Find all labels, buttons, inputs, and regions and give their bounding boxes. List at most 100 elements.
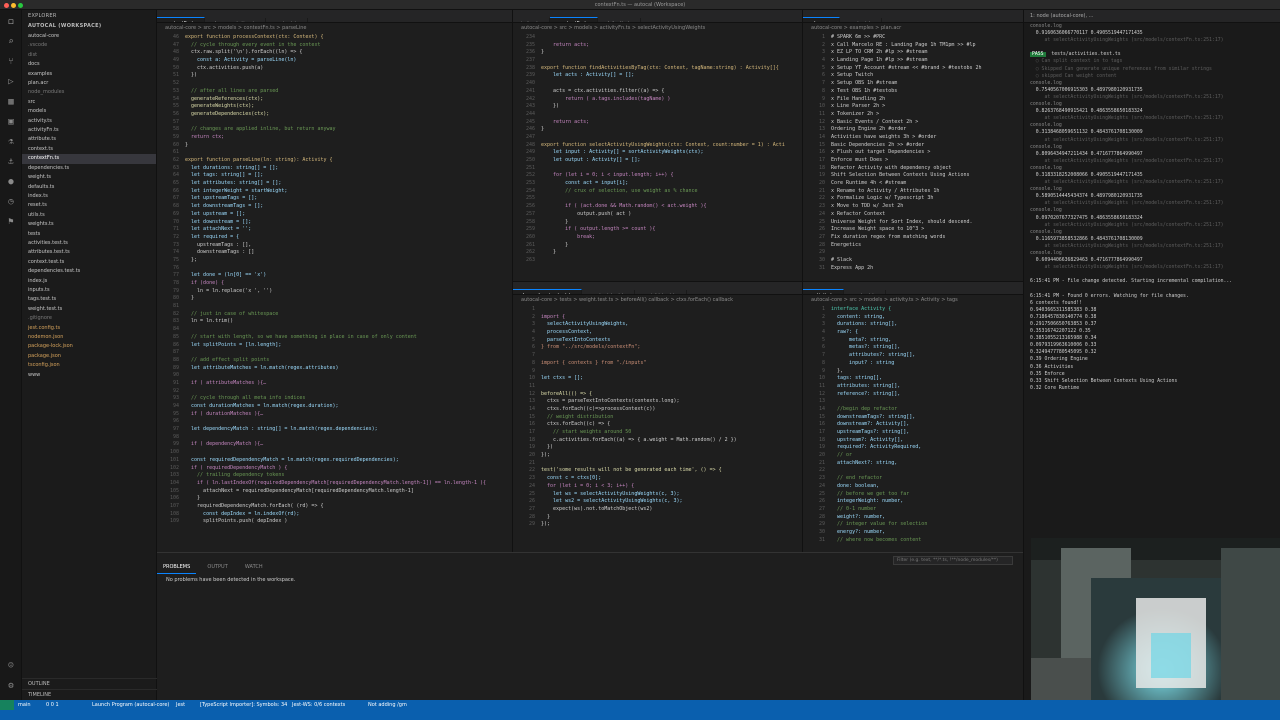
file-tree: autocal-core .vscode dist docs examples … [22, 32, 156, 380]
timeline-icon[interactable]: ◷ [5, 196, 17, 208]
tab-problems[interactable]: PROBLEMS [157, 561, 197, 574]
file-tree-item[interactable]: src [22, 98, 156, 107]
code-line: 100 [157, 449, 512, 457]
remote-explorer-icon[interactable]: ▣ [5, 116, 17, 128]
line-number: 56 [172, 110, 179, 117]
file-tree-item[interactable]: node_modules [22, 88, 156, 97]
line-number: 240 [525, 80, 535, 87]
line-number: 102 [169, 464, 179, 471]
file-tree-item[interactable]: defaults.ts [22, 183, 156, 192]
file-tree-item[interactable]: package-lock.json [22, 342, 156, 351]
file-tree-item[interactable]: autocal-core [22, 32, 156, 41]
terminal-line: 0.3183318252008066 0.4905519447171435 [1030, 172, 1143, 178]
file-tree-item[interactable]: .vscode [22, 41, 156, 50]
file-tree-item[interactable]: inputs.ts [22, 286, 156, 295]
file-tree-item[interactable]: attribute.ts [22, 135, 156, 144]
code-line: 83 ln = ln.trim() [157, 318, 512, 326]
branch-label[interactable]: main [18, 700, 31, 710]
sync-status[interactable]: 0 0 1 [46, 700, 59, 710]
code-line: 94 const durationMatches = ln.match(rege… [157, 403, 512, 411]
file-tree-item[interactable]: www [22, 371, 156, 380]
remote-indicator[interactable] [0, 700, 14, 710]
workspace-title[interactable]: AUTOCAL (WORKSPACE) [22, 22, 156, 32]
file-tree-item[interactable]: package.json [22, 352, 156, 361]
file-tree-item[interactable]: tests [22, 230, 156, 239]
file-tree-item[interactable]: tsconfig.json [22, 361, 156, 370]
code-line: 12 x Basic Events / Context 2h > [803, 119, 1023, 127]
code-line: 86 let splitPoints = [ln.length]; [157, 342, 512, 350]
launch-config[interactable]: Launch Program (autocal-core) [92, 700, 169, 710]
account-icon[interactable]: ☺ [5, 660, 17, 672]
code-area[interactable]: 46 export function processContext(ctx: Co… [157, 34, 512, 552]
code-line: 53 // after all lines are parsed [157, 88, 512, 96]
files-icon[interactable]: ☐ [5, 16, 17, 28]
file-tree-item[interactable]: nodemon.json [22, 333, 156, 342]
debug-icon[interactable]: ▷ [5, 76, 17, 88]
file-tree-item[interactable]: weights.ts [22, 220, 156, 229]
file-tree-item[interactable]: models [22, 107, 156, 116]
gear-icon[interactable]: ⚙ [5, 680, 17, 692]
line-number: 53 [172, 87, 179, 94]
file-tree-item[interactable]: jest.config.ts [22, 324, 156, 333]
file-tree-item[interactable]: examples [22, 70, 156, 79]
code-area[interactable]: 1 interface Activity {2 content: string, 3… [803, 306, 1023, 552]
file-tree-item[interactable]: docs [22, 60, 156, 69]
code-line: 8 input? : string [803, 360, 1023, 368]
file-tree-item[interactable]: dependencies.test.ts [22, 267, 156, 276]
jest-status[interactable]: Jest [176, 700, 185, 710]
source-control-icon[interactable]: ⑂ [5, 56, 17, 68]
terminal-line: 0.2917506650763853 0.37 [1030, 321, 1097, 327]
file-tree-item[interactable]: activityFn.ts [22, 126, 156, 135]
outline-section[interactable]: OUTLINE [22, 678, 157, 689]
code-area[interactable]: 1 # SPARK 6m >> #PRC 2 x Call Marcelo RE : … [803, 34, 1023, 281]
file-tree-item[interactable]: tags.test.ts [22, 295, 156, 304]
code-text: // trailing dependency tokens [185, 472, 285, 479]
file-tree-item[interactable]: index.ts [22, 192, 156, 201]
ts-importer-status[interactable]: [TypeScript Importer]: Symbols: 34 [200, 700, 287, 710]
file-tree-item[interactable]: activity.ts [22, 117, 156, 126]
line-number: 260 [525, 233, 535, 240]
not-adding-status[interactable]: Not adding /gm [368, 700, 407, 710]
line-number: 21 [818, 459, 825, 466]
editor-contextfn[interactable]: contextFn.tsdocumentation.tscontext.ts a… [157, 10, 513, 552]
terminal-line: 6:15:41 PM - Found 0 errors. Watching fo… [1030, 293, 1189, 299]
line-number: 251 [525, 164, 535, 171]
editor-activityfn[interactable]: index.tscontextFn.tsdefaults.ts autocal-… [513, 10, 803, 282]
code-line: 11 x Tokenizer 2h > [803, 111, 1023, 119]
terminal-tab[interactable]: 1: node (autocal-core), ... [1024, 10, 1280, 23]
search-icon[interactable]: ⌕ [5, 36, 17, 48]
file-tree-item[interactable]: contextFn.ts [22, 154, 156, 164]
file-tree-item[interactable]: utils.ts [22, 211, 156, 220]
editor-plan-acr[interactable]: plan.acrcontext.ts autocal-core > exampl… [803, 10, 1023, 282]
line-number: 16 [818, 421, 825, 428]
file-tree-item[interactable]: context.ts [22, 145, 156, 154]
bookmark-icon[interactable]: ⚑ [5, 216, 17, 228]
jest-ws-status[interactable]: Jest-WS: 0/6 contexts [292, 700, 345, 710]
editor-weight-test[interactable]: dependencies.test.tscontext.test.tsweigh… [513, 282, 803, 552]
tab-output[interactable]: OUTPUT [201, 561, 233, 573]
file-tree-item[interactable]: weight.ts [22, 173, 156, 182]
file-tree-item[interactable]: .gitignore [22, 314, 156, 323]
file-tree-item[interactable]: attributes.test.ts [22, 248, 156, 257]
code-text: // crux of selection, use weight as % ch… [541, 187, 698, 194]
github-icon[interactable]: ● [5, 176, 17, 188]
code-area[interactable]: 234 235 return acts; 236} 237 238 export func… [513, 34, 802, 281]
file-tree-item[interactable]: index.js [22, 277, 156, 286]
code-line: 14 //begin dep refactor [803, 406, 1023, 414]
tab-watch[interactable]: WATCH [239, 561, 269, 573]
timeline-section[interactable]: TIMELINE [22, 689, 157, 700]
editor-activity[interactable]: activity.tscontext.ts autocal-core > src… [803, 282, 1023, 552]
extensions-icon[interactable]: ▦ [5, 96, 17, 108]
testing-icon[interactable]: ⚗ [5, 136, 17, 148]
file-tree-item[interactable]: reset.ts [22, 201, 156, 210]
line-number: 6 [821, 72, 825, 79]
docker-icon[interactable]: ⚓ [5, 156, 17, 168]
file-tree-item[interactable]: dist [22, 51, 156, 60]
problems-filter-input[interactable]: Filter (e.g. text, **/*.ts, !**/node_mod… [893, 556, 1013, 565]
file-tree-item[interactable]: context.test.ts [22, 258, 156, 267]
file-tree-item[interactable]: activities.test.ts [22, 239, 156, 248]
file-tree-item[interactable]: dependencies.ts [22, 164, 156, 173]
file-tree-item[interactable]: weight.test.ts [22, 305, 156, 314]
code-area[interactable]: 1 2 import {3 selectActivityUsingWeights, 4… [513, 306, 802, 552]
file-tree-item[interactable]: plan.acr [22, 79, 156, 88]
